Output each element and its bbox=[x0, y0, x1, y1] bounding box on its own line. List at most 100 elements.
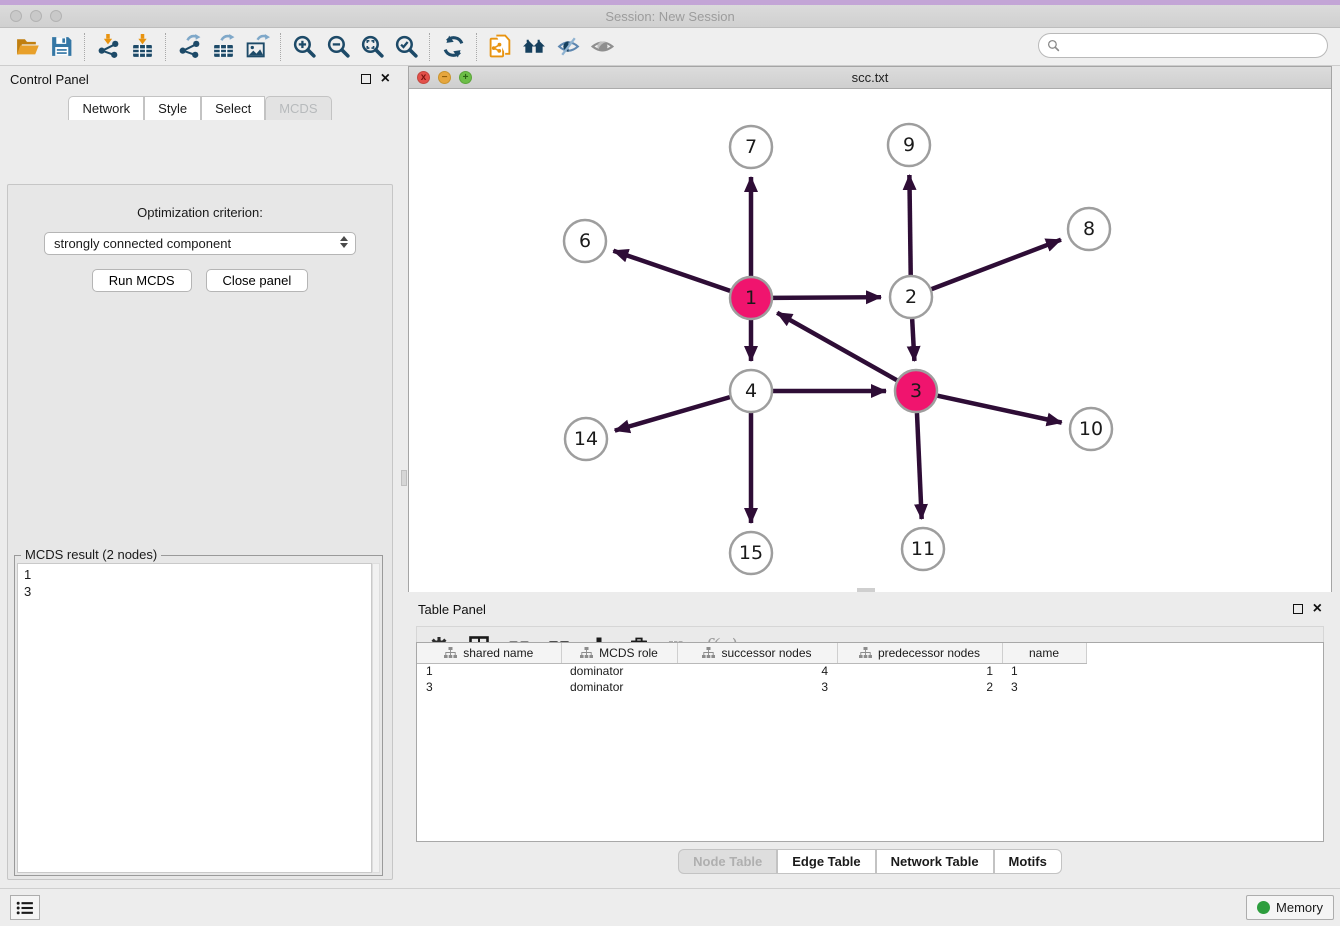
tab-network[interactable]: Network bbox=[68, 96, 144, 120]
edge-2-9[interactable] bbox=[909, 175, 910, 275]
import-table-button[interactable] bbox=[125, 32, 159, 62]
network-window-titlebar[interactable]: x − + scc.txt bbox=[409, 67, 1331, 89]
col-filler bbox=[1086, 643, 1323, 663]
tab-mcds[interactable]: MCDS bbox=[265, 96, 331, 120]
criterion-dropdown[interactable]: strongly connected component bbox=[44, 232, 356, 255]
col-name[interactable]: name bbox=[1002, 643, 1086, 663]
list-icon bbox=[16, 901, 34, 915]
float-panel-icon[interactable] bbox=[361, 74, 371, 84]
apply-layout-button[interactable] bbox=[436, 32, 470, 62]
zoom-in-button[interactable] bbox=[287, 32, 321, 62]
zoom-selected-button[interactable] bbox=[389, 32, 423, 62]
node-label-7: 7 bbox=[745, 136, 757, 158]
tab-style[interactable]: Style bbox=[144, 96, 201, 120]
tab-motifs[interactable]: Motifs bbox=[994, 849, 1062, 874]
node-label-3: 3 bbox=[910, 380, 922, 402]
hierarchy-icon bbox=[859, 647, 872, 659]
result-line: 3 bbox=[24, 583, 371, 600]
export-table-button[interactable] bbox=[206, 32, 240, 62]
splitter-grip[interactable] bbox=[401, 470, 407, 486]
edge-2-3[interactable] bbox=[912, 319, 914, 361]
col-predecessor-nodes[interactable]: predecessor nodes bbox=[837, 643, 1002, 663]
table-tabs: Node Table Edge Table Network Table Moti… bbox=[408, 849, 1332, 874]
import-network-button[interactable] bbox=[91, 32, 125, 62]
search-icon bbox=[1047, 39, 1060, 52]
table-row[interactable]: 1 dominator 4 1 1 bbox=[417, 663, 1323, 679]
mcds-result-fieldset: MCDS result (2 nodes) 1 3 bbox=[14, 555, 383, 876]
edge-4-14[interactable] bbox=[615, 397, 730, 430]
cell-shared-name[interactable]: 1 bbox=[417, 663, 561, 679]
edge-3-1[interactable] bbox=[777, 313, 897, 380]
close-panel-icon[interactable]: × bbox=[381, 74, 390, 84]
edge-3-11[interactable] bbox=[917, 413, 922, 519]
zoom-out-icon bbox=[326, 34, 351, 59]
cell-mcds-role[interactable]: dominator bbox=[561, 679, 677, 695]
export-image-button[interactable] bbox=[240, 32, 274, 62]
node-label-6: 6 bbox=[579, 230, 591, 252]
col-shared-name[interactable]: shared name bbox=[417, 643, 561, 663]
tab-node-table[interactable]: Node Table bbox=[678, 849, 777, 874]
export-table-icon bbox=[211, 34, 236, 59]
node-label-11: 11 bbox=[911, 538, 935, 560]
close-table-panel-icon[interactable]: × bbox=[1313, 604, 1322, 614]
node-label-4: 4 bbox=[745, 380, 757, 402]
hide-show-icon bbox=[556, 34, 581, 59]
edge-1-2[interactable] bbox=[773, 297, 881, 298]
minimize-network-icon[interactable]: − bbox=[438, 71, 451, 84]
hierarchy-icon bbox=[702, 647, 715, 659]
memory-button[interactable]: Memory bbox=[1246, 895, 1334, 920]
cell-filler bbox=[1086, 679, 1323, 695]
panel-splitter[interactable] bbox=[400, 66, 408, 888]
search-field[interactable] bbox=[1038, 33, 1328, 58]
cell-successor-nodes[interactable]: 3 bbox=[677, 679, 837, 695]
tab-edge-table[interactable]: Edge Table bbox=[777, 849, 875, 874]
maximize-network-icon[interactable]: + bbox=[459, 71, 472, 84]
network-graph[interactable]: 7968124314101511 bbox=[409, 89, 1333, 592]
toolbar-separator bbox=[476, 33, 477, 61]
node-label-10: 10 bbox=[1079, 418, 1103, 440]
col-mcds-role[interactable]: MCDS role bbox=[561, 643, 677, 663]
table-panel-header: Table Panel × bbox=[408, 596, 1332, 622]
cell-predecessor-nodes[interactable]: 1 bbox=[837, 663, 1002, 679]
close-panel-button[interactable]: Close panel bbox=[206, 269, 309, 292]
import-network-icon bbox=[96, 34, 121, 59]
tab-network-table[interactable]: Network Table bbox=[876, 849, 994, 874]
float-table-panel-icon[interactable] bbox=[1293, 604, 1303, 614]
cell-name[interactable]: 3 bbox=[1002, 679, 1086, 695]
zoom-fit-button[interactable] bbox=[355, 32, 389, 62]
zoom-out-button[interactable] bbox=[321, 32, 355, 62]
network-canvas[interactable]: 7968124314101511 bbox=[409, 89, 1331, 592]
node-table[interactable]: shared name MCDS role successor nodes pr… bbox=[416, 642, 1324, 842]
tab-select[interactable]: Select bbox=[201, 96, 265, 120]
control-panel-header: Control Panel × bbox=[0, 66, 400, 92]
run-mcds-button[interactable]: Run MCDS bbox=[92, 269, 192, 292]
network-window-controls: x − + bbox=[417, 71, 472, 84]
app-title: Session: New Session bbox=[0, 9, 1340, 24]
close-network-icon[interactable]: x bbox=[417, 71, 430, 84]
show-graphics-button[interactable] bbox=[585, 32, 619, 62]
duplicate-network-button[interactable] bbox=[483, 32, 517, 62]
main-toolbar bbox=[0, 28, 1340, 66]
mcds-result-textarea[interactable]: 1 3 bbox=[17, 563, 372, 873]
cell-predecessor-nodes[interactable]: 2 bbox=[837, 679, 1002, 695]
edge-1-6[interactable] bbox=[613, 251, 730, 291]
table-row[interactable]: 3 dominator 3 2 3 bbox=[417, 679, 1323, 695]
cell-shared-name[interactable]: 3 bbox=[417, 679, 561, 695]
task-history-button[interactable] bbox=[10, 895, 40, 920]
col-successor-nodes[interactable]: successor nodes bbox=[677, 643, 837, 663]
home-button[interactable] bbox=[517, 32, 551, 62]
export-network-icon bbox=[177, 34, 202, 59]
edge-3-10[interactable] bbox=[937, 396, 1061, 423]
search-input[interactable] bbox=[1065, 39, 1319, 53]
canvas-scroll-grip[interactable] bbox=[857, 588, 875, 592]
cell-successor-nodes[interactable]: 4 bbox=[677, 663, 837, 679]
edge-2-8[interactable] bbox=[932, 240, 1061, 289]
cell-filler bbox=[1086, 663, 1323, 679]
cell-name[interactable]: 1 bbox=[1002, 663, 1086, 679]
open-session-button[interactable] bbox=[10, 32, 44, 62]
hide-show-panels-button[interactable] bbox=[551, 32, 585, 62]
export-network-button[interactable] bbox=[172, 32, 206, 62]
result-scrollbar[interactable] bbox=[372, 563, 380, 873]
save-session-button[interactable] bbox=[44, 32, 78, 62]
cell-mcds-role[interactable]: dominator bbox=[561, 663, 677, 679]
